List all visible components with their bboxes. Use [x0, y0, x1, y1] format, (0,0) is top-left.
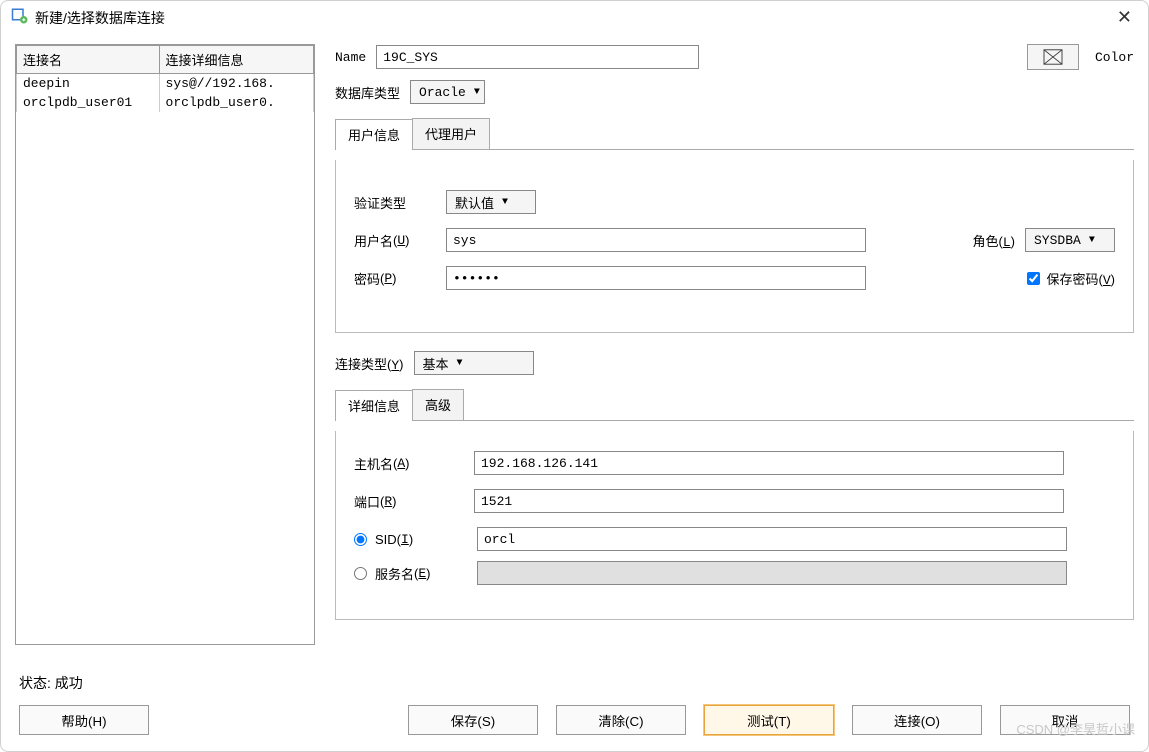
service-radio[interactable] [354, 567, 367, 580]
password-label: 密码(P) [354, 269, 436, 288]
name-label: Name [335, 50, 366, 65]
service-label: 服务名(E) [375, 564, 469, 583]
sid-label: SID(I) [375, 532, 469, 547]
auth-type-select[interactable]: 默认值 ▼ [446, 190, 536, 214]
tab-proxy-user[interactable]: 代理用户 [412, 118, 490, 149]
sid-radio[interactable] [354, 533, 367, 546]
host-input[interactable] [474, 451, 1064, 475]
test-button[interactable]: 测试(T) [704, 705, 834, 735]
save-button[interactable]: 保存(S) [408, 705, 538, 735]
chevron-down-icon: ▼ [1089, 235, 1095, 246]
conn-type-select[interactable]: 基本 ▼ [414, 351, 534, 375]
chevron-down-icon: ▼ [474, 87, 480, 98]
username-label: 用户名(U) [354, 231, 436, 250]
color-label: Color [1095, 50, 1134, 65]
service-input [477, 561, 1067, 585]
save-password-checkbox[interactable] [1027, 272, 1040, 285]
name-input[interactable] [376, 45, 698, 69]
table-row[interactable]: orclpdb_user01 orclpdb_user0. [16, 93, 314, 112]
tab-user-info[interactable]: 用户信息 [335, 119, 413, 150]
status-text: 状态: 成功 [1, 665, 1148, 705]
clear-button[interactable]: 清除(C) [556, 705, 686, 735]
connect-button[interactable]: 连接(O) [852, 705, 982, 735]
cancel-button[interactable]: 取消 [1000, 705, 1130, 735]
color-button[interactable] [1027, 44, 1079, 70]
auth-type-label: 验证类型 [354, 193, 436, 212]
tab-detail[interactable]: 详细信息 [335, 390, 413, 421]
port-label: 端口(R) [354, 492, 464, 511]
tab-advanced[interactable]: 高级 [412, 389, 464, 420]
save-password-label: 保存密码(V) [1046, 269, 1115, 288]
role-label: 角色(L) [972, 231, 1015, 250]
username-input[interactable] [446, 228, 866, 252]
dbtype-select[interactable]: Oracle ▼ [410, 80, 485, 104]
help-button[interactable]: 帮助(H) [19, 705, 149, 735]
connections-table[interactable]: 连接名 连接详细信息 deepin sys@//192.168. orclpdb… [15, 44, 315, 645]
port-input[interactable] [474, 489, 1064, 513]
table-row[interactable]: deepin sys@//192.168. [16, 74, 314, 93]
dbtype-label: 数据库类型 [335, 83, 400, 102]
sid-input[interactable] [477, 527, 1067, 551]
conn-type-label: 连接类型(Y) [335, 354, 404, 373]
chevron-down-icon: ▼ [457, 358, 463, 369]
password-input[interactable] [446, 266, 866, 290]
close-icon[interactable]: ✕ [1111, 7, 1138, 28]
window-title: 新建/选择数据库连接 [35, 8, 165, 28]
col-conn-detail[interactable]: 连接详细信息 [159, 46, 313, 74]
app-icon [11, 7, 29, 28]
chevron-down-icon: ▼ [502, 197, 508, 208]
host-label: 主机名(A) [354, 454, 464, 473]
col-conn-name[interactable]: 连接名 [17, 46, 160, 74]
role-select[interactable]: SYSDBA ▼ [1025, 228, 1115, 252]
